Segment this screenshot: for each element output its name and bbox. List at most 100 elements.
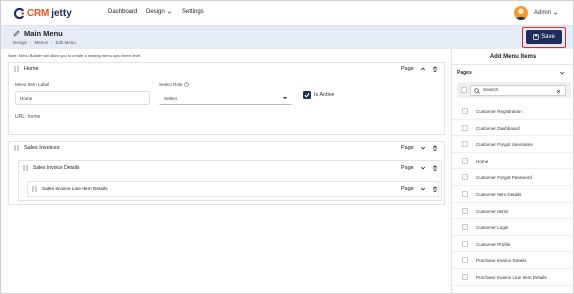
drag-handle-icon[interactable] <box>23 165 28 171</box>
page-checkbox[interactable] <box>462 257 468 264</box>
drag-handle-icon[interactable] <box>14 145 19 151</box>
select-all-checkbox[interactable] <box>461 87 467 93</box>
breadcrumb-separator-icon: › <box>51 40 53 45</box>
breadcrumb-menus[interactable]: Menus <box>35 40 49 45</box>
page-list-item[interactable]: Customer Items <box>452 203 573 220</box>
add-menu-items-panel: Add Menu Items Pages Search Customer Reg… <box>451 49 573 293</box>
builder-note: Note: Menu Builder will allow you to cre… <box>8 53 142 58</box>
page-checkbox[interactable] <box>462 207 468 214</box>
page-checkbox[interactable] <box>462 240 468 247</box>
page-list-item[interactable]: Purchase Invoice Line Item Details <box>452 269 573 286</box>
close-icon[interactable] <box>556 89 561 94</box>
user-avatar-icon <box>515 8 527 20</box>
drag-handle-icon[interactable] <box>32 186 37 192</box>
menu-item-name: Home <box>24 66 39 72</box>
user-menu[interactable]: Admin <box>534 10 558 16</box>
page-label: Customer Dashboard <box>476 125 520 131</box>
is-active-label: Is Active <box>314 92 335 98</box>
nav-dashboard[interactable]: Dashboard <box>108 9 137 15</box>
menu-item-actions-sales-invoice-line-item-details: Page <box>401 186 438 192</box>
page-label: Customer Profile <box>476 241 511 247</box>
page-list-item[interactable]: Customer Registration <box>452 103 573 120</box>
nav-settings[interactable]: Settings <box>182 9 204 15</box>
nav-settings-label: Settings <box>182 9 204 15</box>
page-label: Customer Forgot Password <box>476 175 532 181</box>
help-icon[interactable]: ? <box>183 82 189 87</box>
menu-item-label-caption: Menu Item Label <box>15 82 50 87</box>
chevron-down-icon[interactable] <box>559 70 565 76</box>
nav-design-label: Design <box>146 9 165 15</box>
breadcrumb: Design › Menus › Edit Menu <box>13 40 76 45</box>
nav-design[interactable]: Design <box>146 9 172 15</box>
page-list-item[interactable]: Customer Forgot Password <box>452 169 573 186</box>
page-checkbox[interactable] <box>462 174 468 181</box>
menu-item-type: Page <box>401 66 414 72</box>
page-label: Customer Item Details <box>476 192 522 197</box>
page-label: Customer Items <box>476 208 509 214</box>
page-checkbox[interactable] <box>462 191 468 197</box>
breadcrumb-design[interactable]: Design <box>13 40 27 45</box>
top-nav: CRM jetty Dashboard Design Settings Admi… <box>1 1 573 26</box>
page-list-item[interactable]: Home <box>452 153 573 170</box>
page-label: Customer Registration <box>476 109 522 114</box>
panel-title: Add Menu Items <box>489 54 537 60</box>
chevron-down-icon[interactable] <box>420 145 426 151</box>
app-frame: CRM jetty Dashboard Design Settings Admi… <box>0 0 574 294</box>
page-list-item[interactable]: Customer Forgot Username <box>452 136 573 153</box>
menu-item-type: Page <box>401 145 414 151</box>
pencil-icon <box>13 30 20 37</box>
page-label: Purchase Invoice Line Item Details <box>476 275 547 280</box>
chevron-up-icon[interactable] <box>420 66 426 72</box>
page-list-item[interactable]: Customer Item Details <box>452 186 573 203</box>
is-active-checkbox[interactable] <box>303 91 311 99</box>
trash-icon[interactable] <box>432 186 438 192</box>
trash-icon[interactable] <box>432 145 438 151</box>
page-label: Customer Login <box>476 225 509 231</box>
page-checkbox[interactable] <box>462 224 468 231</box>
page-checkbox[interactable] <box>462 141 468 148</box>
page-list-item[interactable]: Customer Profile <box>452 236 573 253</box>
page-list-item[interactable]: Purchase Invoice Details <box>452 252 573 269</box>
select-role-dropdown[interactable]: Select <box>159 91 292 105</box>
chevron-down-icon[interactable] <box>420 165 426 171</box>
drag-handle-icon[interactable] <box>14 66 19 72</box>
avatar[interactable] <box>514 6 528 20</box>
menu-item-header-sales-invoices: Sales Invoices <box>14 145 59 151</box>
menu-item-name: Sales Invoice Line Item Details <box>42 186 108 192</box>
user-name: Admin <box>534 10 552 16</box>
search-placeholder: Search <box>483 88 499 93</box>
page-list-item[interactable]: Customer Dashboard <box>452 120 573 137</box>
chevron-down-icon[interactable] <box>420 186 426 192</box>
pages-section-toggle[interactable]: Pages <box>457 70 472 76</box>
search-icon <box>474 87 480 94</box>
page-list-item[interactable]: Customer Login <box>452 219 573 236</box>
menu-item-name: Sales Invoices <box>24 145 60 151</box>
chevron-down-icon <box>553 12 558 15</box>
save-button[interactable]: Save <box>526 30 562 44</box>
page-label: Purchase Invoice Details <box>476 258 527 264</box>
page-checkbox[interactable] <box>462 108 468 114</box>
menu-item-url: URL: home <box>15 114 41 120</box>
search-input[interactable]: Search <box>470 85 566 96</box>
page-title-text: Main Menu <box>24 29 63 38</box>
select-role-caption-text: Select Role <box>159 82 183 87</box>
nav-dashboard-label: Dashboard <box>108 9 138 15</box>
page-checkbox[interactable] <box>462 274 468 280</box>
logo-text-jetty: jetty <box>51 8 72 19</box>
page-checkbox[interactable] <box>462 157 468 164</box>
breadcrumb-edit-menu: Edit Menu <box>55 40 76 45</box>
menu-item-header-sales-invoice-line-item-details: Sales Invoice Line Item Details <box>32 186 108 192</box>
logo-text-crm: CRM <box>27 8 50 19</box>
menu-item-type: Page <box>401 186 414 192</box>
caret-down-icon <box>283 97 287 99</box>
select-role-value: Select <box>164 95 177 101</box>
trash-icon[interactable] <box>432 165 438 171</box>
menu-item-label-input[interactable]: Home <box>15 91 150 105</box>
trash-icon[interactable] <box>432 66 438 72</box>
logo[interactable]: CRM jetty <box>13 6 72 21</box>
menu-item-name: Sales Invoice Details <box>33 165 80 171</box>
menu-item-actions-home: Page <box>401 66 438 72</box>
menu-item-header-home: Home <box>14 66 39 72</box>
logo-mark-icon <box>14 7 25 20</box>
page-checkbox[interactable] <box>462 124 468 131</box>
